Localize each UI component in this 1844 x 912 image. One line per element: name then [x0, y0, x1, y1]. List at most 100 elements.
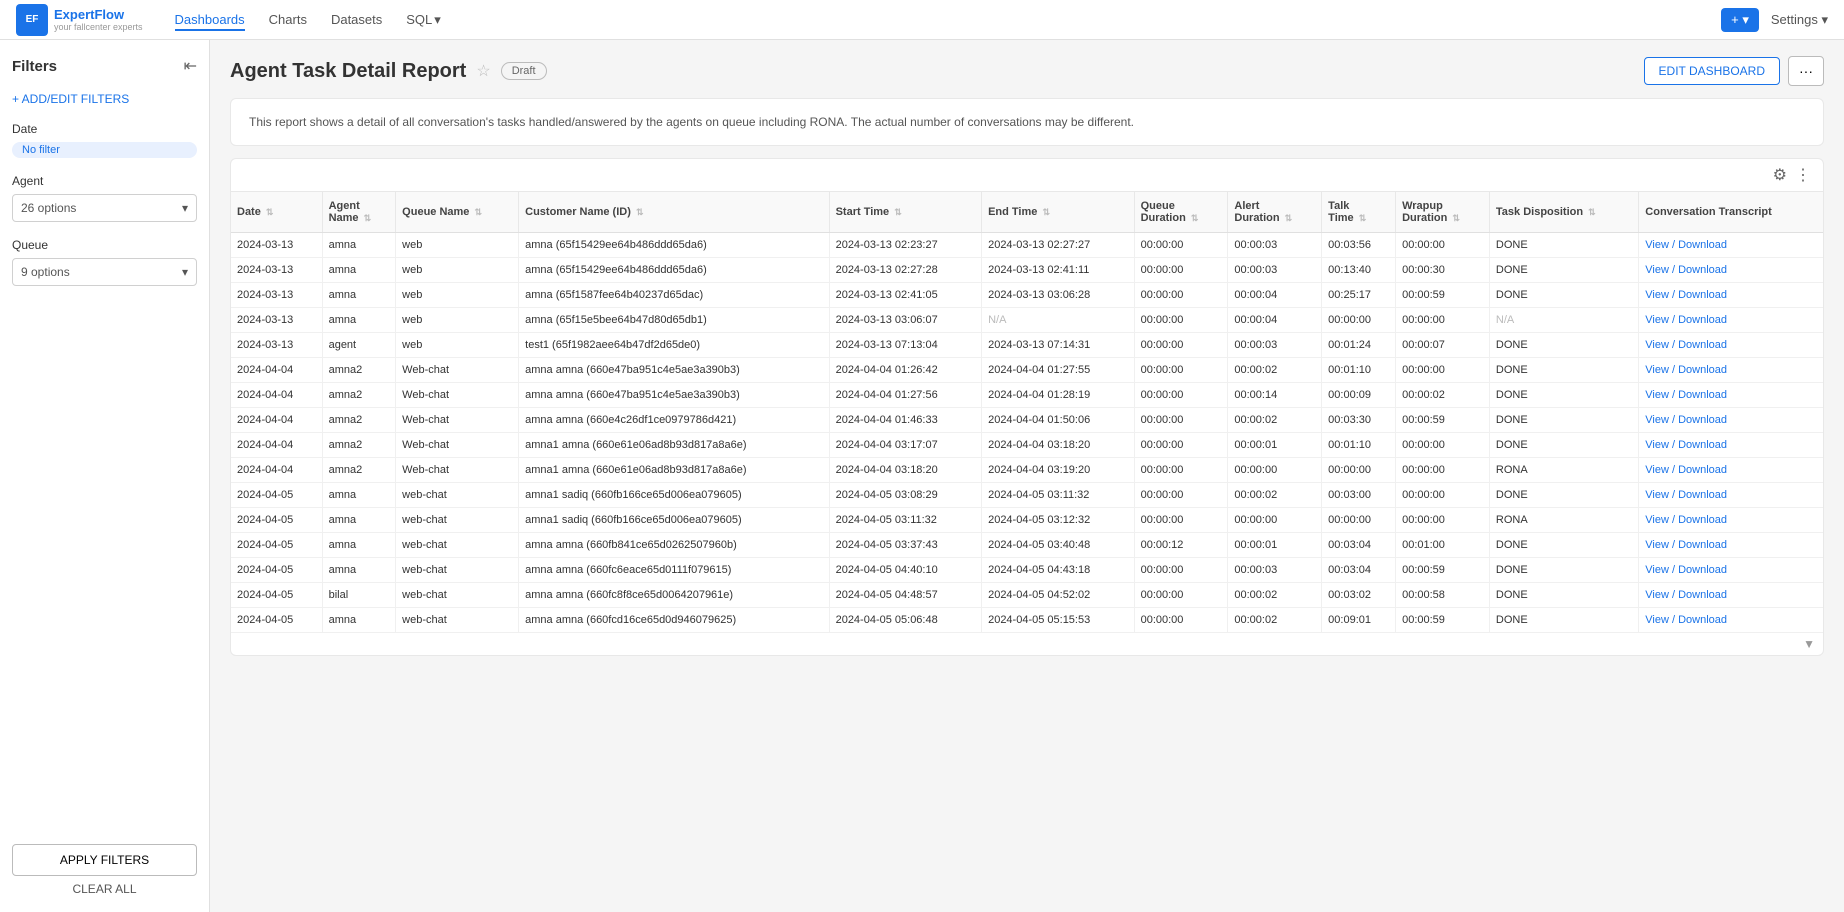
cell-transcript[interactable]: View / Download	[1639, 608, 1823, 633]
cell-customer: amna amna (660fcd16ce65d0d946079625)	[519, 608, 829, 633]
cell-transcript[interactable]: View / Download	[1639, 233, 1823, 258]
cell-transcript[interactable]: View / Download	[1639, 533, 1823, 558]
col-task-disposition[interactable]: Task Disposition ⇅	[1489, 192, 1638, 233]
cell-transcript[interactable]: View / Download	[1639, 433, 1823, 458]
cell-transcript[interactable]: View / Download	[1639, 308, 1823, 333]
cell-transcript[interactable]: View / Download	[1639, 283, 1823, 308]
cell-wrapup: 00:00:00	[1396, 233, 1490, 258]
cell-talk: 00:03:04	[1322, 533, 1396, 558]
cell-disposition: RONA	[1489, 508, 1638, 533]
cell-queue-dur: 00:00:00	[1134, 258, 1228, 283]
col-date[interactable]: Date ⇅	[231, 192, 322, 233]
cell-wrapup: 00:00:59	[1396, 608, 1490, 633]
queue-filter-select[interactable]: 9 options ▾	[12, 258, 197, 286]
cell-transcript[interactable]: View / Download	[1639, 383, 1823, 408]
col-alert-duration[interactable]: AlertDuration ⇅	[1228, 192, 1322, 233]
nav-charts[interactable]: Charts	[269, 8, 307, 31]
top-nav: EF ExpertFlow your fallcenter experts Da…	[0, 0, 1844, 40]
cell-customer: amna amna (660e47ba951c4e5ae3a390b3)	[519, 358, 829, 383]
nav-sql[interactable]: SQL ▾	[406, 12, 441, 28]
apply-filters-button[interactable]: APPLY FILTERS	[12, 844, 197, 876]
agent-filter-select[interactable]: 26 options ▾	[12, 194, 197, 222]
cell-start: 2024-04-05 04:48:57	[829, 583, 982, 608]
add-filter-button[interactable]: + ADD/EDIT FILTERS	[12, 92, 197, 106]
cell-end: 2024-04-04 01:28:19	[982, 383, 1135, 408]
cell-customer: amna1 amna (660e61e06ad8b93d817a8a6e)	[519, 433, 829, 458]
cell-start: 2024-03-13 02:23:27	[829, 233, 982, 258]
cell-disposition: DONE	[1489, 283, 1638, 308]
cell-queue-dur: 00:00:00	[1134, 508, 1228, 533]
cell-transcript[interactable]: View / Download	[1639, 583, 1823, 608]
cell-disposition: DONE	[1489, 408, 1638, 433]
cell-customer: amna amna (660fb841ce65d0262507960b)	[519, 533, 829, 558]
page-title: Agent Task Detail Report	[230, 60, 466, 83]
cell-transcript[interactable]: View / Download	[1639, 358, 1823, 383]
more-toolbar-icon[interactable]: ⋮	[1795, 165, 1811, 185]
cell-alert-dur: 00:00:03	[1228, 558, 1322, 583]
cell-queue: Web-chat	[396, 358, 519, 383]
cell-customer: amna1 sadiq (660fb166ce65d006ea079605)	[519, 508, 829, 533]
cell-queue-dur: 00:00:00	[1134, 358, 1228, 383]
col-start-time[interactable]: Start Time ⇅	[829, 192, 982, 233]
cell-transcript[interactable]: View / Download	[1639, 558, 1823, 583]
cell-talk: 00:00:09	[1322, 383, 1396, 408]
settings-button[interactable]: Settings ▾	[1771, 12, 1828, 28]
cell-alert-dur: 00:00:03	[1228, 258, 1322, 283]
cell-queue-dur: 00:00:00	[1134, 608, 1228, 633]
col-queue-name[interactable]: Queue Name ⇅	[396, 192, 519, 233]
col-customer-name[interactable]: Customer Name (ID) ⇅	[519, 192, 829, 233]
cell-customer: test1 (65f1982aee64b47df2d65de0)	[519, 333, 829, 358]
cell-transcript[interactable]: View / Download	[1639, 258, 1823, 283]
cell-disposition: RONA	[1489, 458, 1638, 483]
cell-wrapup: 00:00:30	[1396, 258, 1490, 283]
cell-customer: amna amna (660fc6eace65d0111f079615)	[519, 558, 829, 583]
queue-filter-label: Queue	[12, 238, 197, 252]
edit-dashboard-button[interactable]: EDIT DASHBOARD	[1644, 57, 1780, 85]
sidebar-collapse-icon[interactable]: ⇤	[184, 56, 197, 76]
cell-alert-dur: 00:00:02	[1228, 408, 1322, 433]
cell-customer: amna1 sadiq (660fb166ce65d006ea079605)	[519, 483, 829, 508]
cell-talk: 00:13:40	[1322, 258, 1396, 283]
col-talk-time[interactable]: TalkTime ⇅	[1322, 192, 1396, 233]
transcript-link: View / Download	[1645, 264, 1727, 276]
col-agent-name[interactable]: AgentName ⇅	[322, 192, 396, 233]
cell-alert-dur: 00:00:01	[1228, 433, 1322, 458]
nav-datasets[interactable]: Datasets	[331, 8, 382, 31]
cell-transcript[interactable]: View / Download	[1639, 333, 1823, 358]
filter-toolbar-icon[interactable]: ⚙	[1773, 165, 1787, 185]
clear-all-button[interactable]: CLEAR ALL	[12, 882, 197, 896]
cell-alert-dur: 00:00:02	[1228, 583, 1322, 608]
add-new-button[interactable]: + ▾	[1721, 8, 1759, 32]
cell-transcript[interactable]: View / Download	[1639, 483, 1823, 508]
data-table-container: ⚙ ⋮ Date ⇅ AgentName ⇅ Queue Name ⇅ Cust…	[230, 158, 1824, 656]
cell-agent: amna2	[322, 358, 396, 383]
cell-talk: 00:00:00	[1322, 458, 1396, 483]
date-filter-badge[interactable]: No filter	[12, 142, 197, 158]
page-header: Agent Task Detail Report ☆ Draft EDIT DA…	[230, 56, 1824, 86]
table-row: 2024-04-05 amna web-chat amna amna (660f…	[231, 533, 1823, 558]
cell-disposition: DONE	[1489, 608, 1638, 633]
cell-start: 2024-04-05 05:06:48	[829, 608, 982, 633]
transcript-link: View / Download	[1645, 389, 1727, 401]
cell-disposition: DONE	[1489, 258, 1638, 283]
cell-queue: web-chat	[396, 533, 519, 558]
cell-end: 2024-04-05 03:11:32	[982, 483, 1135, 508]
col-wrapup-duration[interactable]: WrapupDuration ⇅	[1396, 192, 1490, 233]
cell-wrapup: 00:00:59	[1396, 408, 1490, 433]
more-options-button[interactable]: ···	[1788, 56, 1824, 86]
cell-transcript[interactable]: View / Download	[1639, 508, 1823, 533]
col-end-time[interactable]: End Time ⇅	[982, 192, 1135, 233]
cell-transcript[interactable]: View / Download	[1639, 458, 1823, 483]
cell-transcript[interactable]: View / Download	[1639, 408, 1823, 433]
cell-disposition: DONE	[1489, 383, 1638, 408]
description-box: This report shows a detail of all conver…	[230, 98, 1824, 146]
cell-queue-dur: 00:00:00	[1134, 333, 1228, 358]
nav-dashboards[interactable]: Dashboards	[175, 8, 245, 31]
cell-agent: amna2	[322, 433, 396, 458]
cell-alert-dur: 00:00:00	[1228, 508, 1322, 533]
cell-queue: Web-chat	[396, 408, 519, 433]
transcript-link: View / Download	[1645, 539, 1727, 551]
favorite-star-icon[interactable]: ☆	[476, 61, 490, 81]
cell-talk: 00:09:01	[1322, 608, 1396, 633]
col-queue-duration[interactable]: QueueDuration ⇅	[1134, 192, 1228, 233]
